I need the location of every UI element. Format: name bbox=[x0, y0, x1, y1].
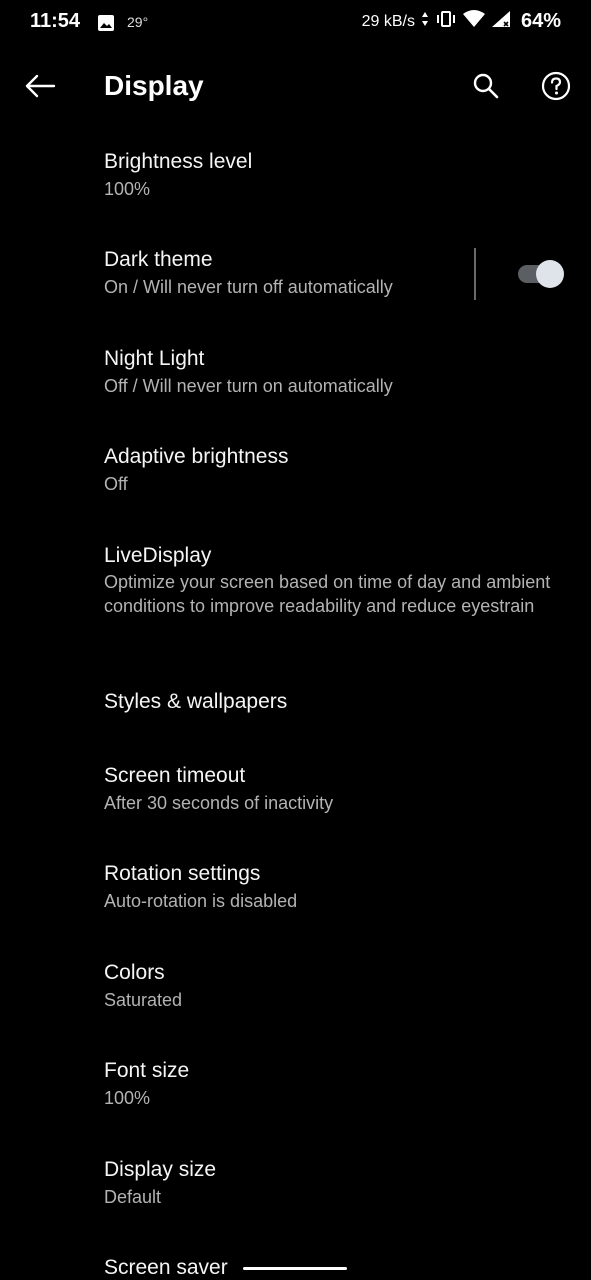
setting-summary: Saturated bbox=[104, 990, 183, 1010]
setting-summary: 100% bbox=[104, 1088, 151, 1108]
setting-summary: Off bbox=[104, 474, 128, 494]
setting-summary: Auto-rotation is disabled bbox=[104, 891, 298, 911]
setting-summary: Default bbox=[104, 1187, 162, 1207]
toggle-divider bbox=[474, 248, 476, 300]
setting-styles-wallpapers[interactable]: Styles & wallpapers bbox=[0, 680, 591, 728]
image-icon bbox=[97, 14, 115, 32]
setting-summary: After 30 seconds of inactivity bbox=[104, 793, 334, 813]
data-arrows-icon bbox=[421, 11, 429, 32]
toggle-thumb bbox=[536, 260, 564, 288]
help-button[interactable] bbox=[534, 66, 578, 110]
search-button[interactable] bbox=[464, 66, 508, 110]
setting-display-size[interactable]: Display size Default bbox=[0, 1148, 591, 1224]
setting-font-size[interactable]: Font size 100% bbox=[0, 1049, 591, 1125]
status-time: 11:54 bbox=[30, 10, 81, 32]
setting-summary: Optimize your screen based on time of da… bbox=[104, 572, 551, 616]
signal-icon bbox=[491, 10, 511, 33]
dark-theme-toggle[interactable] bbox=[516, 260, 564, 288]
setting-title: Screen saver bbox=[104, 1256, 228, 1279]
status-net-speed: 29 kB/s bbox=[361, 12, 415, 30]
setting-title: LiveDisplay bbox=[104, 544, 212, 567]
setting-screen-timeout[interactable]: Screen timeout After 30 seconds of inact… bbox=[0, 754, 591, 830]
status-temperature: 29° bbox=[127, 14, 149, 30]
back-arrow-icon bbox=[24, 74, 56, 103]
page-title: Display bbox=[104, 70, 204, 101]
setting-title: Colors bbox=[104, 961, 165, 984]
setting-summary: 100% bbox=[104, 179, 151, 199]
setting-summary: Off / Will never turn on automatically bbox=[104, 376, 393, 396]
setting-livedisplay[interactable]: LiveDisplay Optimize your screen based o… bbox=[0, 534, 591, 658]
status-bar: 11:54 29° 29 kB/s 64% bbox=[0, 0, 591, 46]
status-battery: 64% bbox=[520, 10, 561, 32]
back-button[interactable] bbox=[18, 66, 62, 110]
setting-title: Dark theme bbox=[104, 248, 213, 271]
status-right-group: 29 kB/s 64% bbox=[362, 10, 561, 33]
setting-adaptive-brightness[interactable]: Adaptive brightness Off bbox=[0, 435, 591, 511]
vibrate-icon bbox=[435, 10, 457, 33]
setting-dark-theme[interactable]: Dark theme On / Will never turn off auto… bbox=[0, 238, 470, 314]
setting-colors[interactable]: Colors Saturated bbox=[0, 951, 591, 1027]
setting-title: Brightness level bbox=[104, 150, 253, 173]
setting-screen-saver[interactable]: Screen saver bbox=[0, 1246, 591, 1280]
setting-rotation[interactable]: Rotation settings Auto-rotation is disab… bbox=[0, 852, 591, 928]
gesture-nav-bar[interactable] bbox=[243, 1267, 347, 1270]
setting-night-light[interactable]: Night Light Off / Will never turn on aut… bbox=[0, 337, 591, 413]
search-icon bbox=[472, 72, 500, 105]
setting-title: Screen timeout bbox=[104, 764, 246, 787]
setting-title: Display size bbox=[104, 1158, 217, 1181]
setting-brightness-level[interactable]: Brightness level 100% bbox=[0, 140, 591, 216]
app-bar: Display bbox=[0, 60, 591, 116]
setting-title: Styles & wallpapers bbox=[104, 690, 288, 713]
help-icon bbox=[541, 71, 571, 106]
setting-title: Adaptive brightness bbox=[104, 445, 289, 468]
setting-summary: On / Will never turn off automatically bbox=[104, 277, 393, 297]
wifi-icon bbox=[462, 10, 485, 33]
setting-title: Font size bbox=[104, 1059, 190, 1082]
setting-title: Rotation settings bbox=[104, 862, 261, 885]
setting-title: Night Light bbox=[104, 347, 205, 370]
